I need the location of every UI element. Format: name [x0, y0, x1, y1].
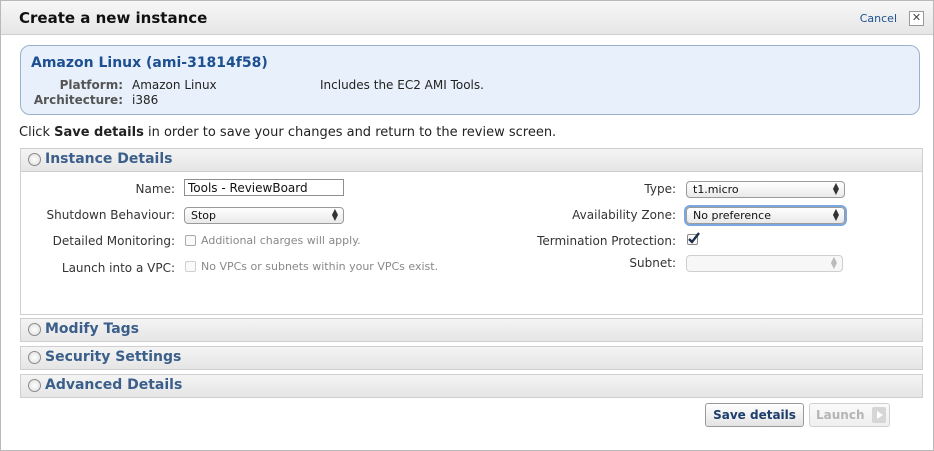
- ami-name: Amazon Linux (ami-31814f58): [31, 55, 268, 71]
- radio-icon[interactable]: [28, 351, 41, 364]
- close-icon[interactable]: ✕: [909, 11, 924, 26]
- monitoring-label: Detailed Monitoring:: [52, 234, 175, 248]
- architecture-value: i386: [132, 93, 159, 107]
- instance-details-panel: Name: Tools - ReviewBoard Shutdown Behav…: [20, 172, 923, 315]
- select-arrows-icon: ▲ ▼: [832, 181, 839, 196]
- save-details-button[interactable]: Save details: [705, 403, 804, 427]
- section-label: Security Settings: [45, 349, 182, 365]
- architecture-label: Architecture:: [33, 93, 123, 107]
- section-advanced-details[interactable]: Advanced Details: [20, 374, 923, 398]
- select-arrows-icon: ▲ ▼: [331, 207, 338, 222]
- monitoring-checkbox[interactable]: [185, 235, 196, 246]
- save-hint: Click Save details in order to save your…: [19, 125, 557, 140]
- section-security-settings[interactable]: Security Settings: [20, 346, 923, 370]
- zone-label: Availability Zone:: [572, 208, 676, 222]
- dialog-titlebar: Create a new instance Cancel ✕: [1, 1, 933, 35]
- section-label: Advanced Details: [45, 377, 183, 393]
- radio-icon[interactable]: [28, 153, 41, 166]
- platform-value: Amazon Linux: [132, 78, 217, 92]
- checkmark-icon: [688, 232, 700, 244]
- vpc-checkbox[interactable]: [185, 261, 196, 272]
- subnet-select[interactable]: ▲ ▼: [686, 255, 843, 272]
- radio-icon[interactable]: [28, 379, 41, 392]
- ami-summary-box: Amazon Linux (ami-31814f58) Platform: Am…: [20, 45, 920, 115]
- play-icon: [872, 407, 886, 423]
- section-instance-details[interactable]: Instance Details: [20, 148, 923, 172]
- ami-description: Includes the EC2 AMI Tools.: [320, 78, 484, 92]
- section-modify-tags[interactable]: Modify Tags: [20, 318, 923, 342]
- type-select[interactable]: t1.micro ▲ ▼: [686, 181, 845, 198]
- shutdown-select[interactable]: Stop ▲ ▼: [184, 207, 344, 224]
- section-label: Modify Tags: [45, 321, 140, 337]
- dialog-title: Create a new instance: [19, 9, 208, 27]
- radio-icon[interactable]: [28, 323, 41, 336]
- vpc-note: No VPCs or subnets within your VPCs exis…: [201, 260, 439, 273]
- termination-label: Termination Protection:: [537, 234, 676, 248]
- type-label: Type:: [644, 182, 676, 196]
- cancel-link[interactable]: Cancel: [860, 12, 897, 25]
- name-label: Name:: [135, 182, 175, 196]
- subnet-label: Subnet:: [629, 256, 676, 270]
- monitoring-note: Additional charges will apply.: [201, 234, 361, 247]
- select-arrows-icon: ▲ ▼: [832, 207, 839, 222]
- launch-button[interactable]: Launch: [809, 403, 890, 427]
- create-instance-dialog: Create a new instance Cancel ✕ Amazon Li…: [0, 0, 934, 451]
- shutdown-label: Shutdown Behaviour:: [46, 208, 175, 222]
- vpc-label: Launch into a VPC:: [61, 261, 175, 275]
- name-input[interactable]: Tools - ReviewBoard: [184, 179, 344, 196]
- select-arrows-icon: ▲ ▼: [830, 255, 837, 270]
- platform-label: Platform:: [59, 78, 123, 92]
- termination-checkbox[interactable]: [687, 232, 700, 245]
- zone-select[interactable]: No preference ▲ ▼: [686, 207, 845, 224]
- section-label: Instance Details: [45, 151, 173, 167]
